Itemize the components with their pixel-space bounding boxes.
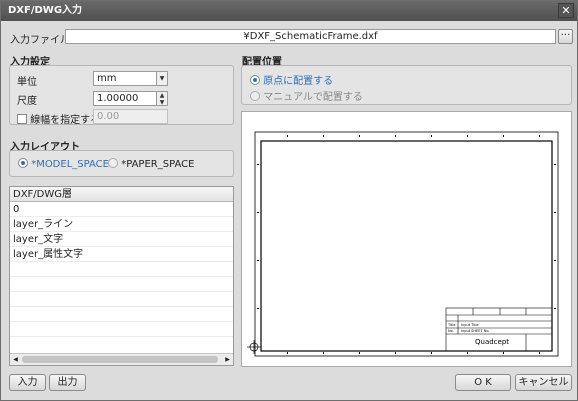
dxf-dwg-input-dialog: DXF/DWG入力 ✕ 入力ファイル ¥DXF_SchematicFrame.d…: [0, 0, 578, 401]
output-button[interactable]: 出力: [49, 374, 86, 391]
close-icon: ✕: [561, 4, 571, 17]
title-bar: DXF/DWG入力 ✕: [1, 1, 577, 21]
scroll-left-icon[interactable]: ◀: [11, 355, 20, 364]
input-file-field[interactable]: ¥DXF_SchematicFrame.dxf: [65, 29, 556, 44]
output-button-label: 出力: [57, 377, 78, 388]
cancel-button-label: キャンセル: [518, 377, 569, 388]
chevron-down-icon: ▼: [159, 75, 165, 82]
scale-value: 1.00000: [97, 93, 139, 104]
scale-label: 尺度: [17, 96, 37, 107]
unit-select[interactable]: mm ▼: [93, 71, 168, 86]
layer-row[interactable]: layer_文字: [10, 233, 233, 247]
origin-placement-option[interactable]: 原点に配置する: [250, 72, 333, 87]
scale-stepper[interactable]: 1.00000 ▲ ▼: [93, 91, 168, 106]
input-file-label: 入力ファイル: [10, 35, 70, 46]
scroll-right-icon[interactable]: ▶: [223, 355, 232, 364]
line-width-option[interactable]: 線幅を指定する: [17, 111, 100, 126]
model-space-radio[interactable]: [18, 158, 28, 168]
input-button-label: 入力: [17, 377, 38, 388]
paper-space-label: *PAPER_SPACE: [121, 159, 195, 170]
spin-down-icon[interactable]: ▼: [157, 99, 167, 106]
layout-group: *MODEL_SPACE *PAPER_SPACE: [9, 150, 234, 177]
layer-row-empty: [10, 263, 233, 277]
ok-button[interactable]: O K: [455, 374, 511, 391]
horizontal-scrollbar[interactable]: ◀ ▶: [10, 353, 233, 365]
origin-placement-radio[interactable]: [250, 75, 260, 85]
layer-row[interactable]: layer_属性文字: [10, 248, 233, 262]
origin-placement-label: 原点に配置する: [263, 76, 334, 87]
paper-space-option[interactable]: *PAPER_SPACE: [108, 158, 194, 170]
browse-button[interactable]: ···: [558, 29, 573, 44]
unit-dropdown-toggle[interactable]: ▼: [156, 72, 167, 85]
manual-placement-radio[interactable]: [250, 91, 260, 101]
layer-list-header: DXF/DWG層: [10, 187, 233, 202]
model-space-label: *MODEL_SPACE: [31, 159, 109, 170]
layer-row[interactable]: layer_ライン: [10, 218, 233, 232]
drawing-frame-preview: Title Input Title No. Input SHEET No. Qu…: [247, 131, 559, 357]
line-width-value: 0.00: [97, 111, 120, 122]
line-width-field[interactable]: 0.00: [93, 109, 168, 124]
title-block-title-label: Title: [447, 323, 456, 327]
line-width-label: 線幅を指定する: [30, 115, 101, 126]
unit-label: 単位: [17, 77, 37, 88]
ok-button-label: O K: [474, 377, 492, 388]
unit-value: mm: [97, 73, 117, 84]
model-space-option[interactable]: *MODEL_SPACE: [18, 158, 109, 170]
manual-placement-option[interactable]: マニュアルで配置する: [250, 88, 363, 103]
layer-row-empty: [10, 323, 233, 337]
input-file-path: ¥DXF_SchematicFrame.dxf: [243, 31, 378, 42]
close-button[interactable]: ✕: [558, 3, 574, 18]
scale-spin-buttons[interactable]: ▲ ▼: [156, 92, 167, 105]
more-icon: ···: [560, 30, 571, 41]
window-title: DXF/DWG入力: [8, 5, 83, 16]
title-block-brand: Quadcept: [475, 338, 509, 346]
placement-group: 原点に配置する マニュアルで配置する: [241, 65, 572, 105]
layer-rows: 0 layer_ライン layer_文字 layer_属性文字: [10, 203, 233, 353]
scrollbar-thumb[interactable]: [22, 356, 218, 363]
layer-row-empty: [10, 293, 233, 307]
title-block-no-label: No.: [448, 329, 454, 333]
title-block-no-value: Input SHEET No.: [461, 329, 490, 333]
manual-placement-label: マニュアルで配置する: [263, 92, 363, 103]
line-width-checkbox[interactable]: [17, 114, 27, 124]
origin-crosshair-icon: [247, 340, 261, 354]
layer-row[interactable]: 0: [10, 203, 233, 217]
layer-row-empty: [10, 308, 233, 322]
layer-row-empty: [10, 278, 233, 292]
cancel-button[interactable]: キャンセル: [515, 374, 572, 391]
preview-pane: Title Input Title No. Input SHEET No. Qu…: [241, 111, 572, 367]
title-block-title-value: Input Title: [461, 323, 479, 327]
input-settings-group: 単位 mm ▼ 尺度 1.00000 ▲ ▼ 線幅を指定する 0.00: [9, 65, 234, 126]
layer-list: DXF/DWG層 0 layer_ライン layer_文字 layer_属性文字…: [9, 186, 234, 366]
input-button[interactable]: 入力: [9, 374, 46, 391]
paper-space-radio[interactable]: [108, 158, 118, 168]
